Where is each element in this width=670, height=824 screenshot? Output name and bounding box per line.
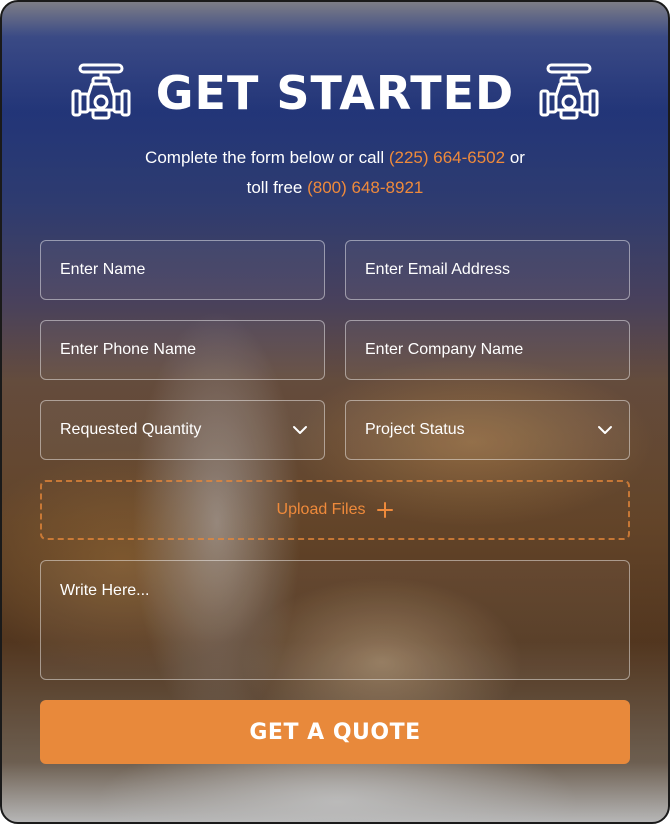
message-placeholder: Write Here... (60, 582, 150, 599)
get-quote-button[interactable]: GET A QUOTE (40, 700, 630, 764)
name-placeholder: Enter Name (60, 261, 146, 278)
company-field[interactable]: Enter Company Name (345, 320, 630, 380)
subtitle-text: toll free (246, 178, 308, 197)
quote-form-card: GET STARTED Complete the form below or c… (0, 0, 670, 824)
subtitle-text: or (505, 148, 525, 167)
upload-files-label: Upload Files (276, 501, 366, 518)
phone-field[interactable]: Enter Phone Name (40, 320, 325, 380)
phone-link-toll-free[interactable]: (800) 648-8921 (307, 178, 423, 197)
upload-files-button[interactable]: Upload Files (40, 480, 630, 540)
valve-icon (539, 63, 599, 120)
plus-icon (377, 502, 394, 518)
email-field[interactable]: Enter Email Address (345, 240, 630, 300)
form-header: GET STARTED (2, 58, 668, 128)
valve-icon (71, 63, 131, 120)
quantity-select-value: Requested Quantity (60, 421, 202, 438)
project-status-value: Project Status (365, 421, 465, 438)
project-status-select[interactable]: Project Status (345, 400, 630, 460)
message-textarea[interactable]: Write Here... (40, 560, 630, 680)
email-placeholder: Enter Email Address (365, 261, 510, 278)
chevron-down-icon (293, 426, 307, 434)
phone-link-local[interactable]: (225) 664-6502 (389, 148, 505, 167)
name-field[interactable]: Enter Name (40, 240, 325, 300)
get-quote-label: GET A QUOTE (249, 719, 421, 745)
phone-placeholder: Enter Phone Name (60, 341, 197, 358)
chevron-down-icon (598, 426, 612, 434)
quantity-select[interactable]: Requested Quantity (40, 400, 325, 460)
page-title: GET STARTED (155, 66, 515, 120)
company-placeholder: Enter Company Name (365, 341, 524, 358)
subtitle-text: Complete the form below or call (145, 148, 389, 167)
form-subtitle: Complete the form below or call (225) 66… (2, 143, 668, 203)
